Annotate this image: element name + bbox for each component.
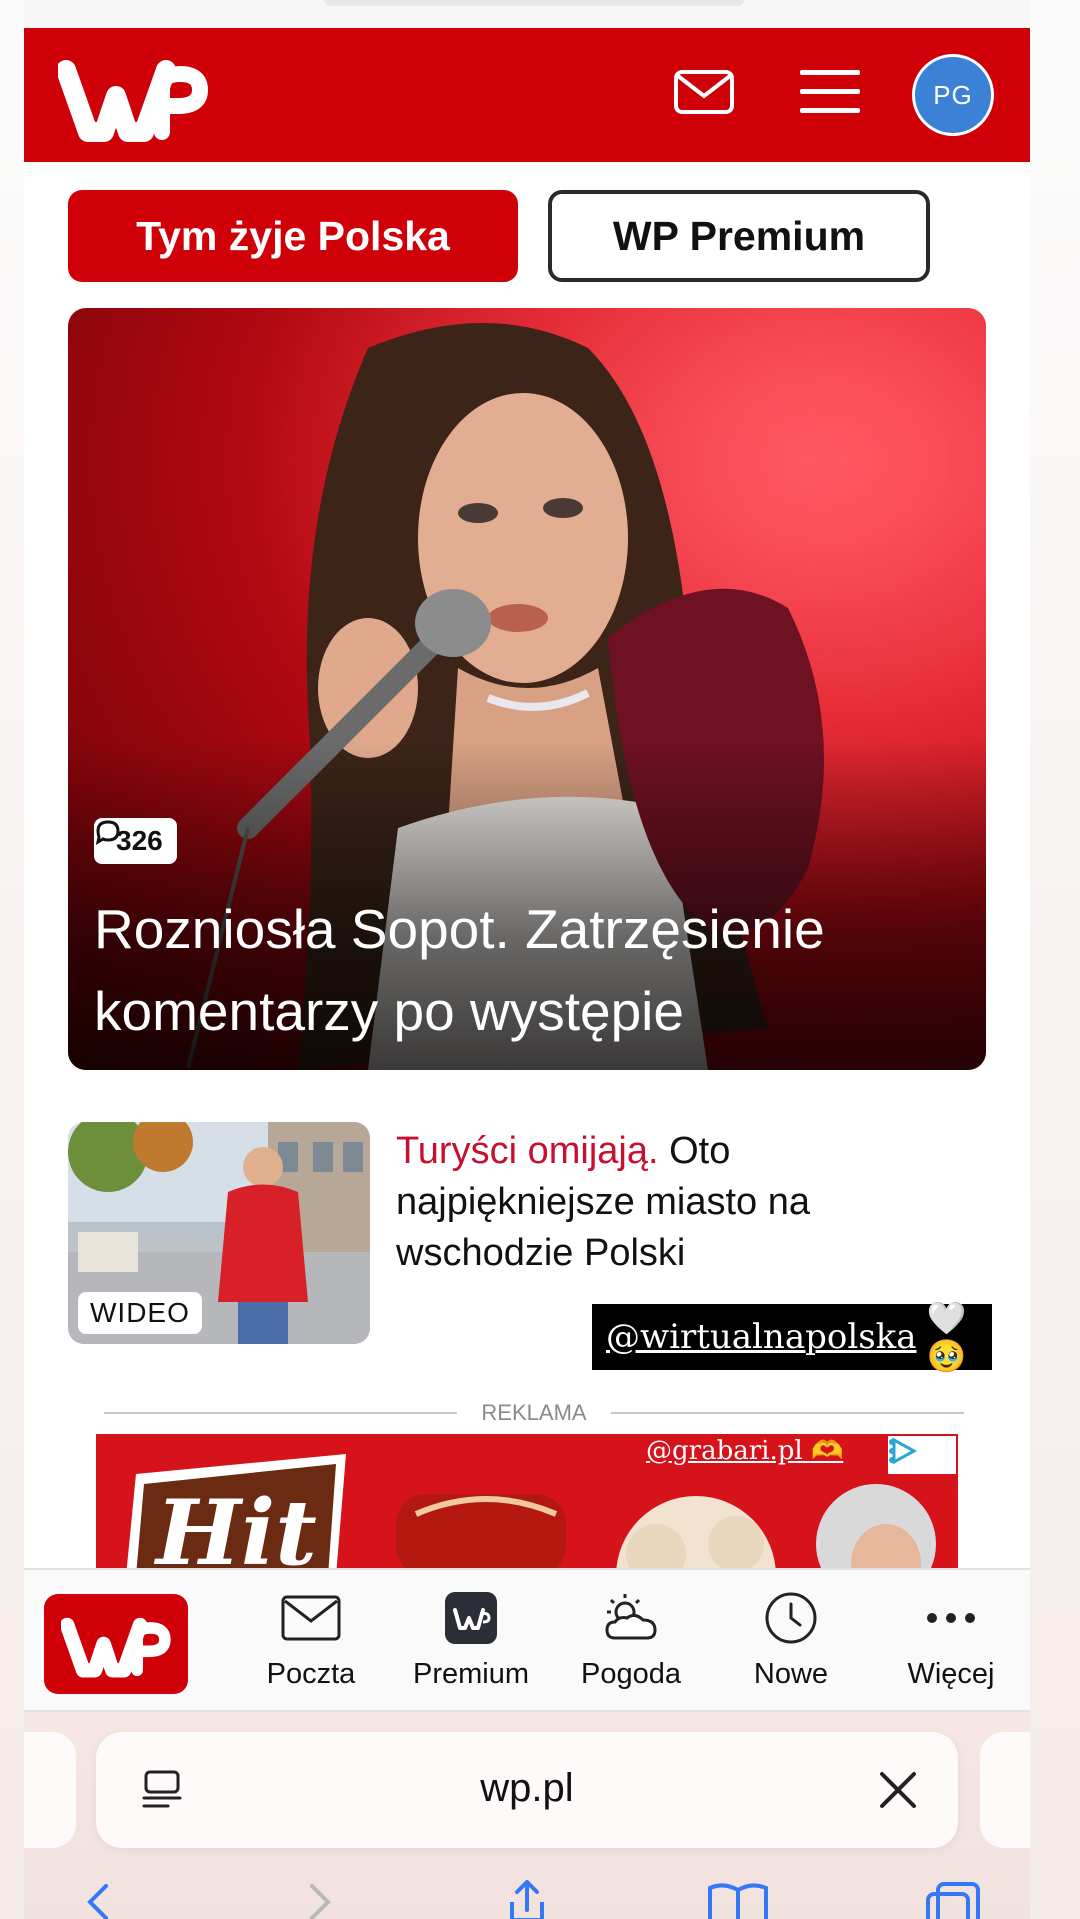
ad-handle[interactable]: @grabari.pl 🫶	[646, 1436, 843, 1466]
envelope-icon	[236, 1586, 386, 1650]
hero-title[interactable]: Rozniosła Sopot. Zatrzęsienie komentarzy…	[94, 888, 964, 1052]
more-dots-icon	[876, 1586, 1026, 1650]
top-strip	[24, 0, 1030, 28]
previous-tab-preview[interactable]	[24, 1732, 76, 1848]
site-header: PG	[24, 28, 1030, 162]
phone-screen: PG Tym żyje Polska WP Premium 326 Roznio…	[24, 0, 1030, 1919]
ad-banner[interactable]: Hit @grabari.pl 🫶	[96, 1434, 958, 1576]
url-text: wp.pl	[480, 1766, 574, 1810]
ad-separator: REKLAMA	[104, 1398, 964, 1428]
sticker-emoji: 🤍🥹	[926, 1300, 967, 1374]
svg-text:Hit: Hit	[153, 1480, 317, 1576]
bookmarks-icon[interactable]	[706, 1880, 770, 1919]
chip-wp-premium[interactable]: WP Premium	[548, 190, 930, 282]
ad-label: REKLAMA	[481, 1400, 587, 1425]
wp-logo[interactable]	[56, 48, 208, 144]
article-headline[interactable]: Turyści omijają. Oto najpiękniejsze mias…	[396, 1126, 956, 1279]
nav-label: Premium	[412, 1658, 529, 1690]
mail-icon[interactable]	[672, 60, 736, 129]
tabs-icon[interactable]	[924, 1880, 984, 1919]
article-thumbnail[interactable]: WIDEO	[68, 1122, 370, 1344]
wp-premium-icon	[396, 1586, 546, 1650]
mention-sticker[interactable]: @wirtualnapolska 🤍🥹	[592, 1300, 992, 1374]
video-badge: WIDEO	[78, 1292, 202, 1334]
nav-label: Więcej	[907, 1658, 995, 1690]
nav-item-wiecej[interactable]: Więcej	[876, 1586, 1026, 1706]
address-bar[interactable]: wp.pl	[96, 1732, 958, 1848]
next-tab-preview[interactable]	[980, 1732, 1030, 1848]
nav-label: Poczta	[266, 1658, 356, 1690]
headline-highlight: Turyści omijają.	[396, 1130, 659, 1172]
nav-item-premium[interactable]: Premium	[396, 1586, 546, 1706]
weather-icon	[556, 1586, 706, 1650]
user-avatar[interactable]: PG	[912, 54, 994, 136]
mention-handle[interactable]: @wirtualnapolska	[606, 1317, 917, 1357]
comments-count: 326	[116, 825, 163, 856]
clock-icon	[716, 1586, 866, 1650]
nav-item-poczta[interactable]: Poczta	[236, 1586, 386, 1706]
nav-wp-logo[interactable]	[44, 1594, 188, 1694]
ad-choices-icon[interactable]	[888, 1436, 956, 1474]
bottom-navigation: Poczta Premium Pogoda Nowe Więcej	[24, 1568, 1030, 1712]
chip-tym-zyje-polska[interactable]: Tym żyje Polska	[68, 190, 518, 282]
forward-icon[interactable]	[306, 1880, 336, 1919]
nav-item-pogoda[interactable]: Pogoda	[556, 1586, 706, 1706]
nav-label: Nowe	[753, 1658, 829, 1690]
comments-badge[interactable]: 326	[94, 818, 177, 864]
hamburger-menu-icon[interactable]	[798, 60, 862, 129]
browser-nav-icons	[24, 1879, 1030, 1919]
hero-article[interactable]: 326 Rozniosła Sopot. Zatrzęsienie koment…	[68, 308, 986, 1070]
nav-item-nowe[interactable]: Nowe	[716, 1586, 866, 1706]
nav-label: Pogoda	[581, 1658, 681, 1690]
back-icon[interactable]	[82, 1880, 112, 1919]
share-icon[interactable]	[502, 1879, 552, 1919]
browser-toolbar: wp.pl	[24, 1712, 1030, 1919]
close-icon[interactable]	[878, 1770, 918, 1815]
